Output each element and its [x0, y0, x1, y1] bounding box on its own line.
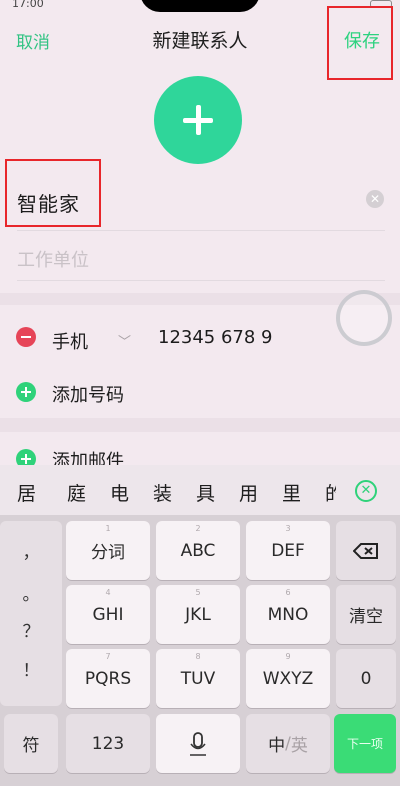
add-phone-button[interactable]: 添加号码	[52, 381, 124, 407]
company-field[interactable]: 工作单位	[17, 246, 89, 272]
backspace-icon	[353, 542, 378, 559]
name-field[interactable]: 智能家	[17, 188, 80, 217]
lang-en-label: 英	[290, 736, 308, 756]
chevron-down-icon[interactable]: ﹀	[118, 331, 131, 350]
key-1[interactable]: 1 分词	[66, 521, 150, 580]
key-4[interactable]: 4 GHI	[66, 585, 150, 644]
key-7[interactable]: 7 PQRS	[66, 649, 150, 708]
key-2[interactable]: 2 ABC	[156, 521, 240, 580]
key-label: PQRS	[84, 668, 132, 689]
phone-number-field[interactable]: 12345 678 9	[158, 327, 273, 348]
close-candidates-icon[interactable]: ✕	[355, 480, 377, 502]
candidate-word[interactable]: 用	[239, 479, 258, 506]
key-digit: 7	[105, 652, 111, 661]
divider	[17, 230, 385, 231]
candidate-word[interactable]: 居	[17, 479, 36, 506]
candidate-word[interactable]: 电	[110, 479, 129, 506]
key-3[interactable]: 3 DEF	[246, 521, 330, 580]
symbol-button[interactable]: 符	[4, 714, 58, 773]
key-label: MNO	[267, 604, 309, 625]
key-label: JKL	[185, 604, 211, 625]
key-digit: 8	[195, 652, 201, 661]
key-digit: 3	[285, 524, 291, 533]
camera-notch	[140, 0, 260, 12]
punctuation-key[interactable]: ？	[0, 617, 62, 642]
key-9[interactable]: 9 WXYZ	[246, 649, 330, 708]
candidate-word[interactable]: 装	[153, 479, 172, 506]
space-button[interactable]	[156, 714, 240, 773]
next-field-button[interactable]: 下一项	[334, 714, 396, 773]
key-label: DEF	[271, 540, 305, 561]
key-digit: 6	[285, 588, 291, 597]
key-label: GHI	[92, 604, 124, 625]
clear-icon[interactable]: ✕	[366, 190, 384, 208]
add-photo-button[interactable]	[154, 76, 242, 164]
divider	[17, 280, 385, 281]
clear-button[interactable]: 清空	[336, 585, 396, 644]
key-digit: 5	[195, 588, 201, 597]
key-6[interactable]: 6 MNO	[246, 585, 330, 644]
status-time: 17:00	[12, 0, 44, 10]
key-label: 分词	[91, 543, 125, 563]
key-8[interactable]: 8 TUV	[156, 649, 240, 708]
save-highlight-box	[327, 6, 393, 80]
candidate-word[interactable]: 具	[196, 479, 215, 506]
floating-ball-button[interactable]	[336, 290, 392, 346]
key-label: WXYZ	[262, 668, 314, 689]
plus-icon-vertical	[195, 105, 201, 135]
number-mode-button[interactable]: 123	[66, 714, 150, 773]
key-digit: 4	[105, 588, 111, 597]
key-label: ABC	[180, 540, 216, 561]
key-digit: 1	[105, 524, 111, 533]
candidate-word[interactable]: 里	[282, 479, 301, 506]
key-digit: 9	[285, 652, 291, 661]
backspace-button[interactable]	[336, 521, 396, 580]
punctuation-key[interactable]: ！	[0, 656, 62, 681]
candidate-word[interactable]: 的	[325, 479, 336, 506]
key-0[interactable]: 0	[336, 649, 396, 708]
punctuation-key[interactable]: ，	[0, 538, 62, 563]
microphone-icon	[190, 731, 206, 756]
key-label: TUV	[180, 668, 216, 689]
phone-type-label[interactable]: 手机	[52, 328, 88, 354]
candidate-word[interactable]: 庭	[67, 479, 86, 506]
key-5[interactable]: 5 JKL	[156, 585, 240, 644]
add-phone-icon[interactable]	[16, 382, 36, 402]
key-digit: 2	[195, 524, 201, 533]
remove-phone-icon[interactable]	[16, 327, 36, 347]
section-divider	[0, 418, 400, 432]
punctuation-key[interactable]: 。	[0, 580, 62, 605]
language-toggle-button[interactable]: 中 / 英	[246, 714, 330, 773]
lang-zh-label: 中	[268, 736, 286, 756]
